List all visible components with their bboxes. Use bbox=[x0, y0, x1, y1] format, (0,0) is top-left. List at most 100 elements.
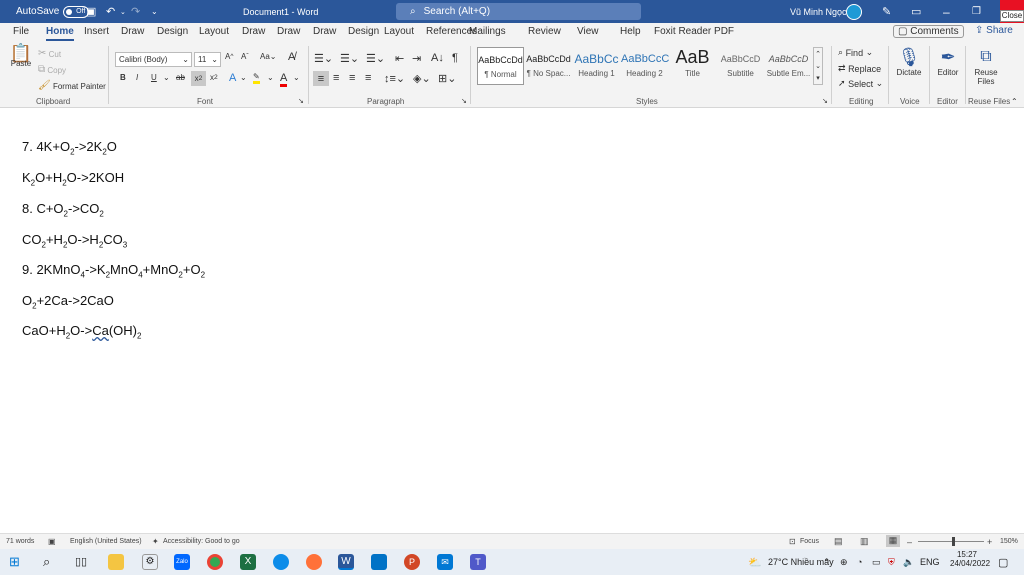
font-color-icon[interactable]: A bbox=[280, 72, 288, 87]
accessibility-status[interactable]: Accessibility: Good to go bbox=[163, 538, 240, 545]
align-center-icon[interactable]: ≡ bbox=[333, 72, 339, 84]
highlight-icon[interactable]: ✎ bbox=[253, 72, 260, 84]
grow-font-icon[interactable]: A ^ bbox=[225, 52, 233, 61]
zoom-slider-track[interactable] bbox=[918, 541, 984, 542]
powerpoint-icon[interactable]: P bbox=[404, 554, 420, 570]
bullets-icon[interactable]: ☰⌄ bbox=[314, 52, 333, 65]
italic-icon[interactable]: I bbox=[136, 73, 138, 82]
comments-button[interactable]: ▢ Comments bbox=[893, 25, 964, 38]
editor-button[interactable]: ✒ Editor bbox=[934, 46, 962, 77]
app-icon[interactable] bbox=[371, 554, 387, 570]
save-icon[interactable]: ▣ bbox=[86, 0, 96, 23]
styles-scroll[interactable]: ⌃ ⌄ ▾ bbox=[813, 47, 823, 85]
tab-draw[interactable]: Draw bbox=[121, 26, 144, 37]
chrome-icon[interactable] bbox=[207, 554, 223, 570]
undo-dropdown-icon[interactable]: ⌄ bbox=[120, 0, 126, 23]
battery-icon[interactable]: ▭ bbox=[872, 549, 881, 575]
increase-indent-icon[interactable]: ⇥ bbox=[412, 52, 421, 65]
tray-icon[interactable]: ⊕ bbox=[840, 549, 848, 575]
replace-button[interactable]: ⇄ Replace bbox=[838, 63, 881, 74]
firefox-icon[interactable] bbox=[306, 554, 322, 570]
windows-start-icon[interactable]: ⊞ bbox=[9, 554, 25, 570]
restore-icon[interactable]: ❐ bbox=[972, 0, 981, 23]
chevron-up-icon[interactable]: ⌃ bbox=[823, 549, 831, 575]
ribbon-display-icon[interactable]: ▭ bbox=[911, 0, 921, 23]
tab-draw-4[interactable]: Draw bbox=[313, 26, 336, 37]
search-box[interactable]: ⌕ Search (Alt+Q) bbox=[396, 3, 641, 20]
change-case-icon[interactable]: Aa⌄ bbox=[260, 52, 277, 61]
style-no-spacing[interactable]: AaBbCcDd ¶ No Spac... bbox=[525, 47, 572, 85]
style-subtle-emphasis[interactable]: AaBbCcD Subtle Em... bbox=[765, 47, 812, 85]
word-icon[interactable]: W bbox=[338, 554, 354, 570]
tab-view[interactable]: Help bbox=[620, 26, 641, 37]
input-language[interactable]: ENG bbox=[920, 549, 940, 575]
task-view-icon[interactable]: ▯▯ bbox=[75, 554, 91, 570]
underline-icon[interactable]: U bbox=[151, 73, 157, 82]
zoom-level[interactable]: 150% bbox=[1000, 538, 1018, 545]
font-dialog-launcher-icon[interactable]: ↘ bbox=[298, 97, 304, 105]
superscript-icon[interactable]: x2 bbox=[210, 73, 218, 82]
style-heading-2[interactable]: AaBbCcC Heading 2 bbox=[621, 47, 669, 85]
line-spacing-icon[interactable]: ↕≡⌄ bbox=[384, 72, 405, 85]
format-painter-button[interactable]: 🖌 Format Painter bbox=[38, 80, 106, 92]
notification-icon[interactable]: ▢ bbox=[998, 549, 1008, 575]
tab-references[interactable]: Mailings bbox=[469, 26, 506, 37]
minimize-icon[interactable]: – bbox=[943, 0, 950, 23]
mail-icon[interactable]: ✉ bbox=[437, 554, 453, 570]
zoom-out-icon[interactable]: – bbox=[907, 537, 912, 547]
redo-icon[interactable]: ↷ bbox=[131, 0, 140, 23]
customize-toolbar-icon[interactable]: ⌄ bbox=[151, 0, 158, 23]
avatar[interactable] bbox=[846, 0, 862, 23]
tab-draw-2[interactable]: Draw bbox=[242, 26, 265, 37]
tab-file[interactable]: File bbox=[13, 26, 29, 37]
paragraph-dialog-launcher-icon[interactable]: ↘ bbox=[461, 97, 467, 105]
user-name[interactable]: Vũ Minh Ngọc bbox=[790, 0, 847, 23]
tab-design[interactable]: Design bbox=[157, 26, 188, 37]
shrink-font-icon[interactable]: Aˇ bbox=[241, 52, 249, 61]
tab-help[interactable]: Foxit Reader PDF bbox=[654, 26, 734, 37]
font-name-select[interactable]: Calibri (Body) ⌄ bbox=[115, 52, 192, 67]
document-line-2[interactable]: K2O+H2O->2KOH bbox=[22, 170, 124, 188]
styles-dialog-launcher-icon[interactable]: ↘ bbox=[822, 97, 828, 105]
show-formatting-icon[interactable]: ¶ bbox=[452, 52, 458, 64]
find-button[interactable]: ⌕ Find ⌄ bbox=[838, 47, 873, 58]
tab-design-2[interactable]: Layout bbox=[384, 26, 414, 37]
document-line-1[interactable]: 7. 4K+O2->2K2O bbox=[22, 139, 117, 157]
select-button[interactable]: ➚ Select ⌄ bbox=[838, 78, 883, 89]
clock[interactable]: 15:27 24/04/2022 bbox=[950, 550, 990, 568]
share-button[interactable]: ⇪ Share bbox=[975, 25, 1013, 36]
chevron-down-icon[interactable]: ⌄ bbox=[163, 73, 170, 82]
weather-icon[interactable]: ⛅ bbox=[748, 549, 762, 575]
reuse-files-button[interactable]: ⧉ Reuse Files bbox=[972, 46, 1000, 86]
dictate-button[interactable]: 🎙 Dictate bbox=[894, 46, 924, 77]
chevron-down-icon[interactable]: ⌄ bbox=[267, 73, 274, 82]
language-status[interactable]: English (United States) bbox=[70, 538, 142, 545]
read-mode-icon[interactable]: ▤ bbox=[834, 536, 843, 547]
align-right-icon[interactable]: ≡ bbox=[349, 72, 355, 84]
zoom-in-icon[interactable]: + bbox=[987, 537, 992, 547]
zoom-slider-thumb[interactable] bbox=[952, 537, 955, 546]
decrease-indent-icon[interactable]: ⇤ bbox=[395, 52, 404, 65]
wifi-icon[interactable]: ◔ bbox=[857, 549, 862, 575]
autosave[interactable]: AutoSave Off bbox=[16, 0, 90, 23]
web-layout-icon[interactable]: ▦ bbox=[886, 535, 900, 547]
align-left-icon[interactable]: ≡ bbox=[313, 71, 329, 86]
cut-button[interactable]: ✂ Cut bbox=[38, 48, 61, 60]
undo-icon[interactable]: ↶ bbox=[106, 0, 115, 23]
document-line-3[interactable]: 8. C+O2->CO2 bbox=[22, 201, 104, 219]
paste-button[interactable]: 📋 Paste bbox=[10, 44, 32, 68]
document-line-5[interactable]: 9. 2KMnO4->K2MnO4+MnO2+O2 bbox=[22, 262, 205, 280]
subscript-icon[interactable]: x2 bbox=[191, 71, 206, 86]
bold-icon[interactable]: B bbox=[120, 73, 126, 82]
tab-mailings[interactable]: Review bbox=[528, 26, 561, 37]
zalo-icon[interactable]: Zalo bbox=[174, 554, 190, 570]
chevron-down-icon[interactable]: ⌄ bbox=[240, 73, 247, 82]
document-line-7[interactable]: CaO+H2O->Ca(OH)2 bbox=[22, 323, 141, 341]
text-effects-icon[interactable]: A bbox=[229, 72, 236, 84]
font-size-select[interactable]: 11 ⌄ bbox=[194, 52, 221, 67]
antivirus-icon[interactable]: ⛨ bbox=[888, 549, 895, 575]
spelling-flagged-word[interactable]: Ca bbox=[92, 323, 109, 338]
style-heading-1[interactable]: AaBbCc Heading 1 bbox=[573, 47, 620, 85]
document-line-4[interactable]: CO2+H2O->H2CO3 bbox=[22, 232, 127, 250]
copy-button[interactable]: ⧉ Copy bbox=[38, 64, 66, 76]
